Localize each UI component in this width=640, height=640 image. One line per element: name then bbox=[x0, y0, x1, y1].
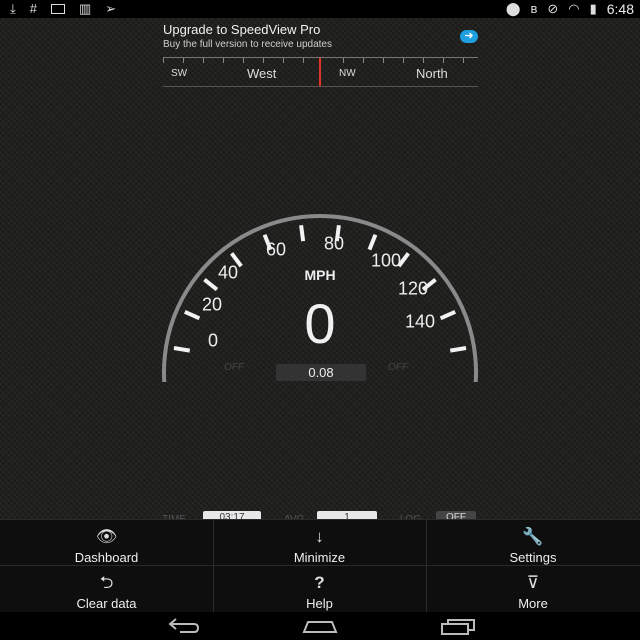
compass-tick bbox=[363, 58, 364, 63]
options-menu: 👁 Dashboard ↓ Minimize 🔧 Settings ⮌ Clea… bbox=[0, 519, 640, 613]
compass-tick bbox=[383, 58, 384, 63]
back-icon[interactable] bbox=[166, 616, 202, 636]
compass-tick bbox=[163, 58, 164, 63]
barcode-icon: ▥ bbox=[78, 1, 92, 16]
compass-label-nw: NW bbox=[339, 68, 356, 79]
battery-icon: ▮ bbox=[589, 1, 597, 16]
recents-icon[interactable] bbox=[438, 616, 478, 636]
compass-tick bbox=[403, 58, 404, 63]
gauge-tick bbox=[299, 224, 306, 242]
menu-item-help[interactable]: ? Help bbox=[213, 566, 426, 612]
no-alarm-icon: ⊘ bbox=[547, 1, 559, 16]
compass-needle bbox=[319, 58, 321, 86]
compass-tick bbox=[243, 58, 244, 63]
gauge-label-140: 140 bbox=[404, 311, 436, 332]
download-icon: ⤓ bbox=[10, 1, 16, 16]
compass-tick bbox=[283, 58, 284, 63]
menu-item-dashboard[interactable]: 👁 Dashboard bbox=[0, 520, 213, 566]
gauge-label-100: 100 bbox=[370, 250, 402, 271]
menu-item-label: Clear data bbox=[76, 596, 137, 611]
compass-tick bbox=[463, 58, 464, 63]
speedometer: 0 20 40 60 80 100 120 140 MPH 0 OFF OFF bbox=[160, 212, 480, 382]
menu-item-label: Dashboard bbox=[74, 550, 139, 565]
off-indicator-left: OFF bbox=[224, 362, 244, 373]
gauge-tick bbox=[203, 277, 219, 292]
status-bar: ⤓ # ▥ ➢ ⬤ ʙ ⊘ ◠ ▮ 6:48 bbox=[0, 0, 640, 18]
hash-icon: # bbox=[29, 1, 37, 16]
compass-tick bbox=[183, 58, 184, 63]
off-indicator-right: OFF bbox=[388, 362, 408, 373]
compass-label-sw: SW bbox=[171, 68, 188, 79]
menu-item-settings[interactable]: 🔧 Settings bbox=[426, 520, 640, 566]
compass-tick bbox=[203, 58, 204, 63]
upgrade-banner[interactable]: Upgrade to SpeedView Pro Buy the full ve… bbox=[163, 22, 478, 54]
wrench-icon: 🔧 bbox=[522, 527, 544, 546]
speed-unit: MPH bbox=[304, 267, 336, 283]
wifi-icon: ◠ bbox=[568, 1, 580, 16]
menu-item-label: Help bbox=[306, 596, 333, 611]
navigation-bar bbox=[0, 612, 640, 640]
undo-icon: ⮌ bbox=[99, 573, 114, 592]
circle-chevron-down-icon: ⊽ bbox=[526, 573, 540, 592]
menu-item-label: Settings bbox=[509, 550, 557, 565]
location-icon: ⬤ bbox=[505, 1, 521, 16]
gauge-label-20: 20 bbox=[201, 294, 223, 315]
question-icon: ? bbox=[314, 573, 325, 592]
gauge-label-120: 120 bbox=[397, 278, 429, 299]
compass-tick bbox=[303, 58, 304, 63]
menu-item-clear-data[interactable]: ⮌ Clear data bbox=[0, 566, 213, 612]
card-icon bbox=[50, 4, 65, 14]
compass-tick bbox=[443, 58, 444, 63]
speed-value: 0 bbox=[304, 292, 336, 355]
gauge-tick bbox=[173, 346, 191, 353]
gauge-tick bbox=[183, 309, 201, 321]
compass-strip: SW West NW North bbox=[163, 57, 478, 87]
compass-tick bbox=[223, 58, 224, 63]
gauge-label-60: 60 bbox=[265, 239, 287, 260]
arrow-down-icon: ↓ bbox=[315, 527, 324, 546]
distance-readout: 0.08 bbox=[276, 364, 366, 381]
bluetooth-off-icon: ʙ bbox=[530, 1, 538, 16]
compass-label-west: West bbox=[247, 66, 277, 81]
menu-item-label: Minimize bbox=[293, 550, 346, 565]
compass-tick bbox=[423, 58, 424, 63]
gauge-label-0: 0 bbox=[207, 330, 219, 351]
menu-item-more[interactable]: ⊽ More bbox=[426, 566, 640, 612]
compass-label-north: North bbox=[416, 66, 448, 81]
compass-tick bbox=[263, 58, 264, 63]
compass-tick bbox=[343, 58, 344, 63]
home-icon[interactable] bbox=[300, 616, 340, 636]
menu-item-minimize[interactable]: ↓ Minimize bbox=[213, 520, 426, 566]
send-icon: ➢ bbox=[105, 1, 117, 16]
clock: 6:48 bbox=[606, 1, 634, 17]
menu-item-label: More bbox=[518, 596, 548, 611]
gauge-tick bbox=[439, 309, 457, 321]
banner-subtitle: Buy the full version to receive updates bbox=[163, 39, 332, 50]
gauge-tick bbox=[449, 346, 467, 353]
gauge-tick bbox=[367, 234, 378, 251]
gauge-label-40: 40 bbox=[217, 262, 239, 283]
gauge-label-80: 80 bbox=[323, 233, 345, 254]
eye-icon: 👁 bbox=[95, 527, 118, 546]
banner-title: Upgrade to SpeedView Pro bbox=[163, 22, 321, 37]
arrow-right-icon[interactable]: ➜ bbox=[460, 30, 478, 43]
